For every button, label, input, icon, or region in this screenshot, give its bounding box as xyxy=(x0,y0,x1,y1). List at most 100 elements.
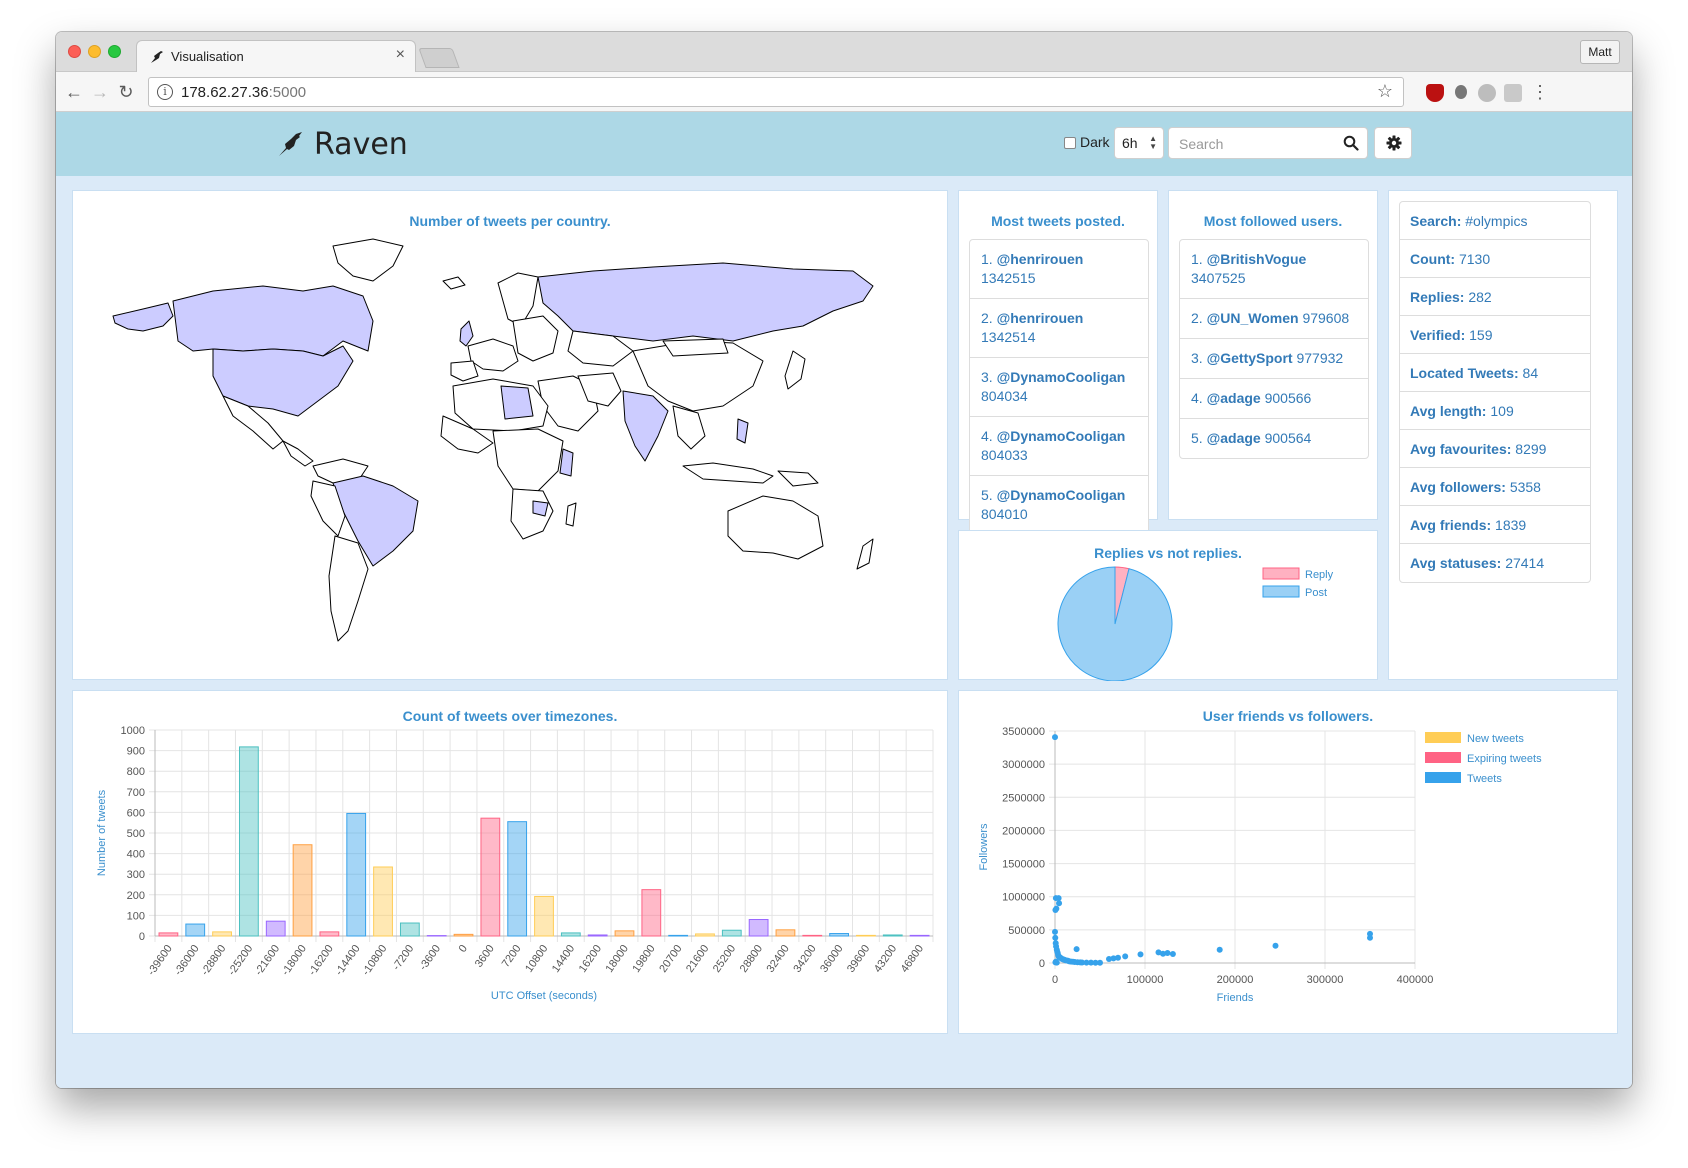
x-tick-label: 300000 xyxy=(1307,974,1344,986)
list-item[interactable]: 3. @GettySport 977932 xyxy=(1180,339,1368,379)
x-tick-label: 18000 xyxy=(604,943,631,975)
map-country-papua xyxy=(777,470,819,487)
y-tick-label: 800 xyxy=(127,766,145,778)
pie-slice-post xyxy=(1057,566,1173,681)
map-country-alaska xyxy=(112,302,174,332)
address-bar[interactable]: i 178.62.27.36:5000 ☆ xyxy=(148,77,1404,107)
stat-label: Avg favourites: xyxy=(1410,441,1512,457)
scatter-point xyxy=(1056,900,1063,907)
map-country-kenya xyxy=(559,448,574,477)
count: 977932 xyxy=(1296,350,1344,366)
search-icon[interactable] xyxy=(1343,135,1359,151)
scatter-point xyxy=(1169,951,1176,958)
legend-label-expiring-tweets: Expiring tweets xyxy=(1467,753,1542,765)
y-tick-label: 600 xyxy=(127,807,145,819)
bar--18000 xyxy=(292,844,313,937)
scatter-point xyxy=(1164,950,1171,957)
x-tick-label: 36000 xyxy=(818,943,845,975)
stat-value: #olympics xyxy=(1465,213,1528,229)
scatter-point xyxy=(1052,958,1059,965)
m-extension-icon[interactable] xyxy=(1478,84,1496,102)
stat-label: Avg friends: xyxy=(1410,517,1492,533)
count: 804034 xyxy=(981,388,1028,404)
stat-value: 27414 xyxy=(1505,555,1545,571)
dark-mode-checkbox[interactable] xyxy=(1064,137,1076,149)
close-window-button[interactable] xyxy=(68,45,81,58)
list-item[interactable]: 3. @DynamoCooligan 804034 xyxy=(970,358,1148,417)
replies-pie-chart: Reply Post xyxy=(1057,566,1334,681)
map-country-new-zealand xyxy=(856,538,874,570)
stats-panel: Search: #olympics Count: 7130 Replies: 2… xyxy=(1388,190,1618,680)
profile-button[interactable]: Matt xyxy=(1580,40,1620,64)
scatter-point xyxy=(1367,930,1373,937)
time-range-select[interactable]: 6h ▲ ▼ xyxy=(1114,127,1164,159)
bar-20700 xyxy=(668,934,689,937)
list-item[interactable]: 1. @henrirouen 1342515 xyxy=(970,240,1148,299)
x-tick-label: 200000 xyxy=(1217,974,1254,986)
map-country-iceland xyxy=(442,276,466,290)
back-button[interactable]: ← xyxy=(62,80,86,104)
close-tab-icon[interactable]: × xyxy=(396,46,405,64)
x-tick-label: 34200 xyxy=(791,943,818,975)
count: 900564 xyxy=(1264,430,1312,446)
friends-followers-panel: User friends vs followers. 0 500000 100000… xyxy=(958,690,1618,1034)
rank: 5. xyxy=(981,487,993,503)
y-tick-label: 500 xyxy=(127,828,145,840)
bar-21600 xyxy=(695,933,715,937)
x-tick-label: 32400 xyxy=(765,943,792,975)
minimize-window-button[interactable] xyxy=(88,45,101,58)
scatter-point xyxy=(1052,928,1058,935)
stat-located-tweets: Located Tweets: 84 xyxy=(1400,354,1590,392)
rank: 3. xyxy=(981,369,993,385)
new-tab-button[interactable] xyxy=(418,48,460,68)
reload-button[interactable]: ↻ xyxy=(114,80,138,104)
list-item[interactable]: 2. @henrirouen 1342514 xyxy=(970,299,1148,358)
list-item[interactable]: 4. @DynamoCooligan 804033 xyxy=(970,417,1148,476)
bar-28800 xyxy=(748,919,769,937)
map-country-central-africa xyxy=(492,428,564,492)
map-country-southeast-asia xyxy=(672,405,706,450)
list-item[interactable]: 4. @adage 900566 xyxy=(1180,379,1368,419)
map-country-southern-africa xyxy=(510,488,554,540)
handle: @UN_Women xyxy=(1206,310,1299,326)
forward-button[interactable]: → xyxy=(88,80,112,104)
bar--36000 xyxy=(185,923,206,937)
stat-label: Avg length: xyxy=(1410,403,1487,419)
bar--16200 xyxy=(319,931,340,937)
screenshot-extension-icon[interactable] xyxy=(1504,84,1522,102)
list-item[interactable]: 5. @adage 900564 xyxy=(1180,419,1368,458)
handle: @henrirouen xyxy=(996,251,1084,267)
url-host: 178.62.27.36 xyxy=(181,84,269,101)
stat-avg-statuses: Avg statuses: 27414 xyxy=(1400,544,1590,582)
y-tick-label: 100 xyxy=(127,910,145,922)
zoom-window-button[interactable] xyxy=(108,45,121,58)
brand[interactable]: Raven xyxy=(276,126,408,162)
y-tick-label: 300 xyxy=(127,869,145,881)
x-tick-label: -14400 xyxy=(333,943,362,978)
legend-label-reply: Reply xyxy=(1305,569,1334,581)
most-tweets-list: 1. @henrirouen 1342515 2. @henrirouen 13… xyxy=(969,239,1149,535)
bar-10800 xyxy=(534,895,554,937)
list-item[interactable]: 2. @UN_Women 979608 xyxy=(1180,299,1368,339)
page-viewport: Raven Dark 6h ▲ ▼ Search Number of tweet… xyxy=(56,112,1632,1088)
stat-value: 159 xyxy=(1469,327,1493,343)
search-input[interactable]: Search xyxy=(1168,127,1368,159)
tab-visualisation[interactable]: Visualisation × xyxy=(136,40,416,72)
ublock-extension-icon[interactable] xyxy=(1426,84,1444,102)
stat-label: Replies: xyxy=(1410,289,1465,305)
map-country-uk xyxy=(459,320,474,347)
timezone-bar-panel: Count of tweets over timezones. 0 100 200 3… xyxy=(72,690,948,1034)
lightbulb-extension-icon[interactable] xyxy=(1455,85,1467,99)
most-followed-list: 1. @BritishVogue 3407525 2. @UN_Women 97… xyxy=(1179,239,1369,459)
info-icon[interactable]: i xyxy=(157,84,173,100)
bar--7200 xyxy=(399,922,420,937)
list-item[interactable]: 1. @BritishVogue 3407525 xyxy=(1180,240,1368,299)
stat-label: Avg followers: xyxy=(1410,479,1506,495)
y-tick-label: 900 xyxy=(127,746,145,758)
list-item[interactable]: 5. @DynamoCooligan 804010 xyxy=(970,476,1148,534)
browser-menu-icon[interactable]: ⋮ xyxy=(1528,80,1552,104)
map-country-australia xyxy=(727,495,824,560)
bookmark-star-icon[interactable]: ☆ xyxy=(1377,81,1393,102)
settings-button[interactable] xyxy=(1374,127,1412,159)
map-country-zimbabwe xyxy=(532,500,549,517)
